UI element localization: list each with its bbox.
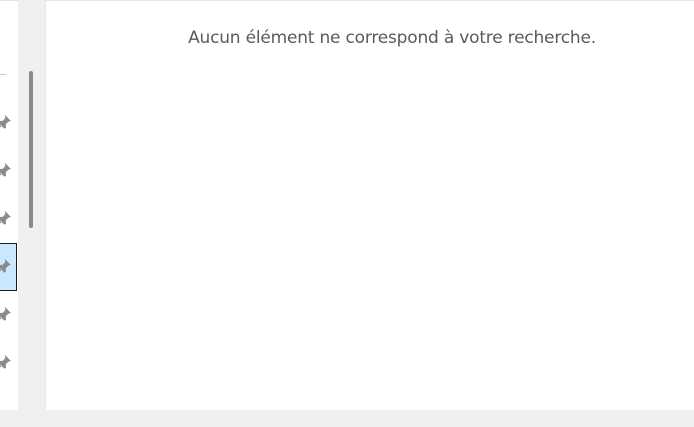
list-item-selected[interactable] (0, 243, 17, 291)
pin-icon[interactable] (0, 305, 13, 323)
vertical-scrollbar[interactable] (18, 0, 42, 410)
pin-icon[interactable] (0, 161, 13, 179)
pin-icon[interactable] (0, 353, 13, 371)
pin-icon[interactable] (0, 257, 13, 275)
list-item[interactable] (0, 339, 17, 387)
list-item[interactable] (0, 99, 17, 147)
results-pane: Aucun élément ne correspond à votre rech… (45, 0, 694, 410)
status-bar (0, 410, 694, 427)
list-divider (0, 74, 6, 75)
quick-access-list (0, 0, 18, 410)
list-item[interactable] (0, 147, 17, 195)
pin-icon[interactable] (0, 209, 13, 227)
empty-results-message: Aucun élément ne correspond à votre rech… (188, 28, 596, 48)
scrollbar-thumb[interactable] (29, 71, 33, 228)
list-item[interactable] (0, 291, 17, 339)
pin-icon[interactable] (0, 113, 13, 131)
list-item[interactable] (0, 195, 17, 243)
